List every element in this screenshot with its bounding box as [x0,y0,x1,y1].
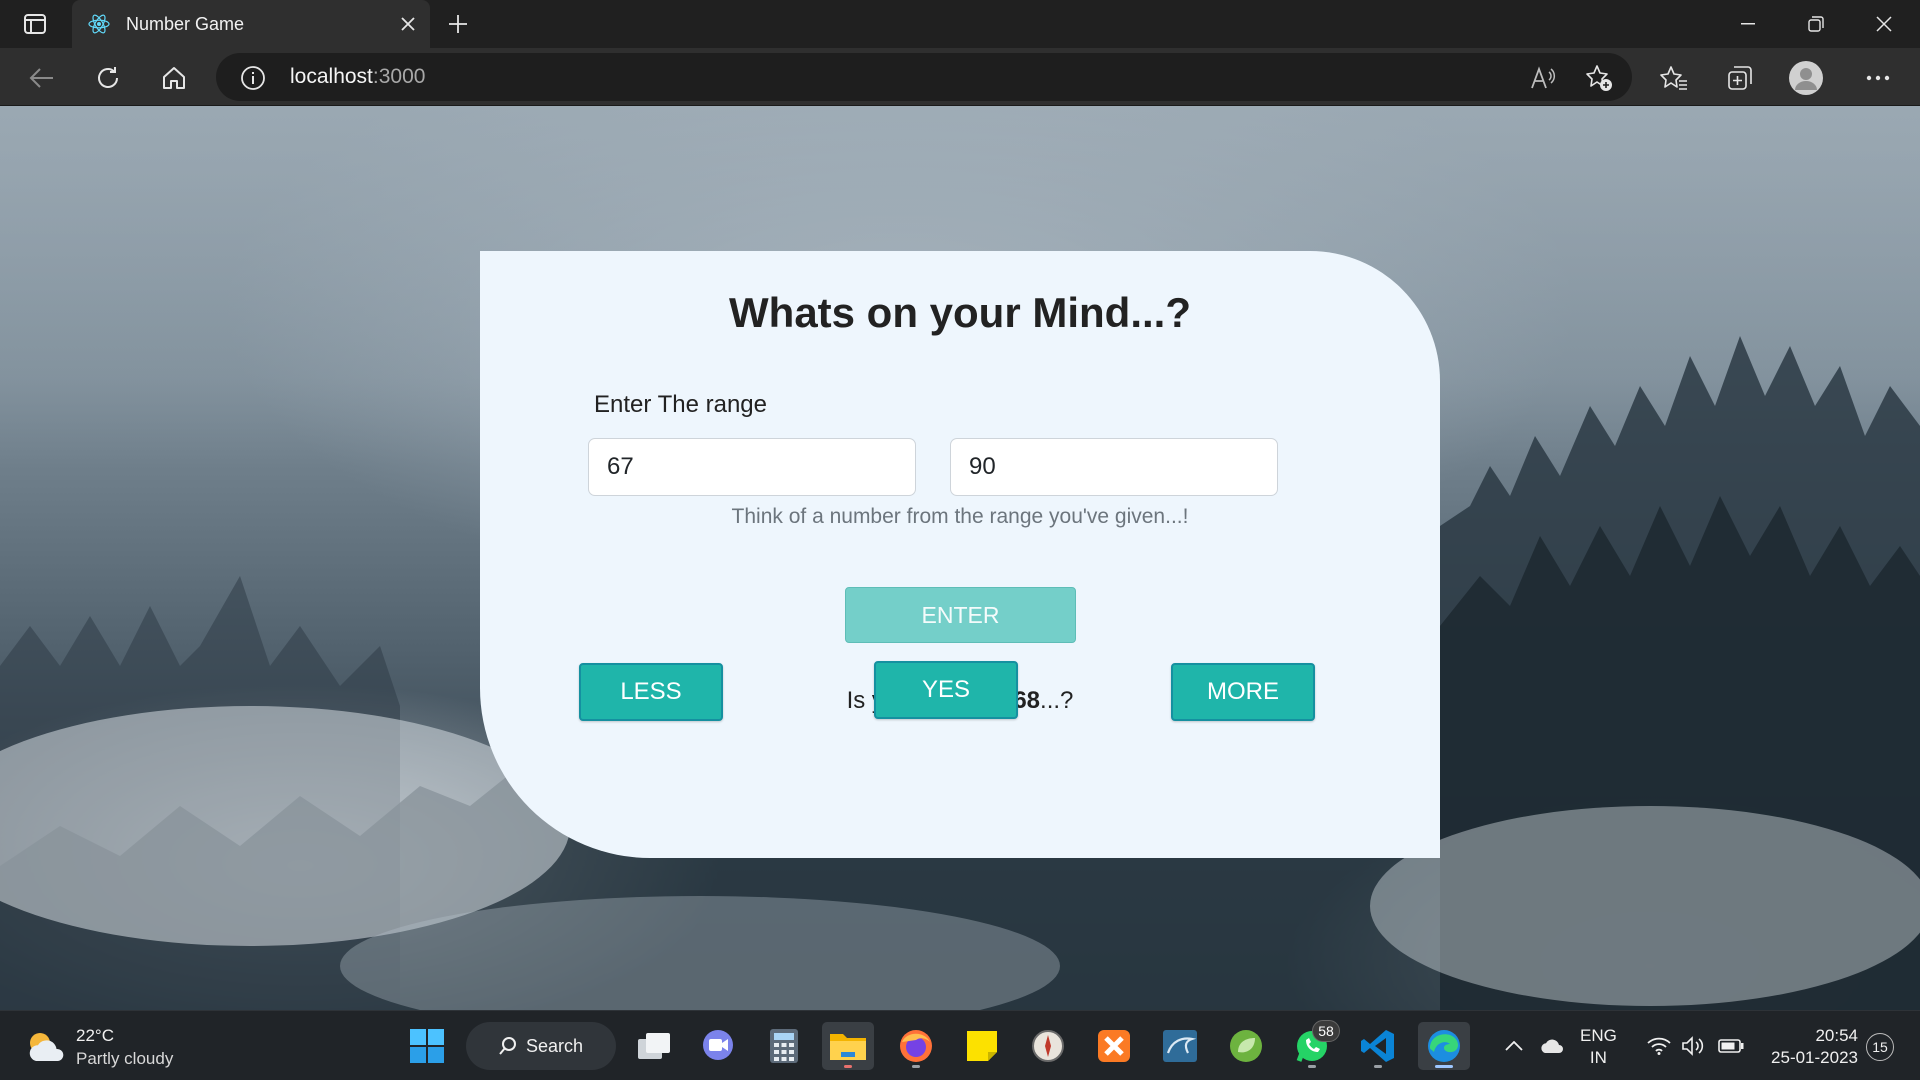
url-host: localhost [290,65,373,88]
more-button[interactable]: MORE [1171,663,1315,721]
range-hint: Think of a number from the range you've … [731,505,1189,528]
favorites-icon[interactable] [1656,60,1692,96]
browser-tab[interactable]: Number Game [72,0,430,48]
range-to-input[interactable] [950,438,1278,496]
address-bar[interactable]: localhost:3000 [216,53,1632,101]
spring-tools-icon[interactable] [1220,1022,1272,1070]
taskbar-search[interactable]: Search [466,1022,616,1070]
minimize-icon[interactable] [1714,0,1782,48]
compass-app-icon[interactable] [1022,1022,1074,1070]
yes-button[interactable]: YES [874,661,1018,719]
calculator-icon[interactable] [758,1022,810,1070]
teams-chat-icon[interactable] [692,1022,744,1070]
range-label: Enter The range [594,391,768,418]
xampp-icon[interactable] [1088,1022,1140,1070]
range-from-input[interactable] [588,438,916,496]
running-indicator [844,1065,852,1068]
battery-icon[interactable] [1716,1011,1746,1080]
task-view-icon[interactable] [628,1022,680,1070]
clock-time: 20:54 [1815,1026,1858,1045]
weather-text: 22°C Partly cloudy [76,1024,173,1070]
search-icon [499,1037,516,1055]
language-indicator[interactable]: ENG IN [1580,1025,1617,1069]
edge-icon[interactable] [1418,1022,1470,1070]
window-close-icon[interactable] [1850,0,1918,48]
restore-icon[interactable] [1782,0,1850,48]
taskbar: 22°C Partly cloudy Search 58 ENG IN 20:5… [0,1010,1920,1080]
new-tab-icon[interactable] [444,10,472,38]
weather-temperature: 22°C [76,1026,114,1045]
browser-toolbar: localhost:3000 [0,48,1920,106]
partly-cloudy-icon [24,1027,68,1067]
tab-actions-icon[interactable] [18,12,52,36]
tab-close-icon[interactable] [396,12,420,36]
page-title: Whats on your Mind...? [729,289,1191,336]
enter-button[interactable]: ENTER [845,587,1076,643]
home-icon[interactable] [156,60,192,96]
mysql-workbench-icon[interactable] [1154,1022,1206,1070]
sticky-notes-icon[interactable] [956,1022,1008,1070]
file-explorer-icon[interactable] [822,1022,874,1070]
onedrive-cloud-icon[interactable] [1536,1011,1568,1080]
search-label: Search [526,1035,584,1056]
profile-avatar[interactable] [1788,60,1824,96]
wifi-icon[interactable] [1644,1011,1674,1080]
running-indicator [912,1065,920,1068]
vscode-icon[interactable] [1352,1022,1404,1070]
volume-icon[interactable] [1678,1011,1708,1080]
language-code: ENG [1580,1026,1617,1045]
back-icon[interactable] [24,60,60,96]
weather-widget[interactable]: 22°C Partly cloudy [24,1023,173,1071]
question-suffix: ...? [1040,687,1074,714]
clock[interactable]: 20:54 25-01-2023 [1762,1025,1858,1069]
region-code: IN [1589,1048,1607,1067]
running-indicator [1435,1065,1453,1068]
clock-date: 25-01-2023 [1771,1048,1858,1067]
page-viewport: Whats on your Mind...? Enter The range T… [0,106,1920,1010]
game-card: Whats on your Mind...? Enter The range T… [480,251,1440,858]
notification-count-badge[interactable]: 15 [1866,1033,1894,1061]
react-icon [88,13,110,35]
weather-description: Partly cloudy [76,1049,174,1068]
whatsapp-icon[interactable]: 58 [1286,1020,1340,1070]
add-favorite-icon[interactable] [1584,63,1614,93]
site-info-icon[interactable] [240,65,266,91]
less-button[interactable]: LESS [579,663,723,721]
read-aloud-icon[interactable] [1528,63,1558,93]
windows-icon [410,1029,444,1063]
tab-title: Number Game [126,13,245,34]
whatsapp-badge: 58 [1312,1020,1340,1042]
more-options-icon[interactable] [1860,60,1896,96]
browser-titlebar: Number Game [0,0,1920,48]
show-hidden-icons-chevron-icon[interactable] [1498,1011,1530,1080]
url-port: :3000 [372,65,426,88]
running-indicator [1374,1065,1382,1068]
url-text: localhost:3000 [290,65,425,89]
start-button[interactable] [401,1022,453,1070]
collections-icon[interactable] [1722,60,1758,96]
firefox-icon[interactable] [890,1022,942,1070]
refresh-icon[interactable] [90,60,126,96]
running-indicator [1308,1065,1316,1068]
